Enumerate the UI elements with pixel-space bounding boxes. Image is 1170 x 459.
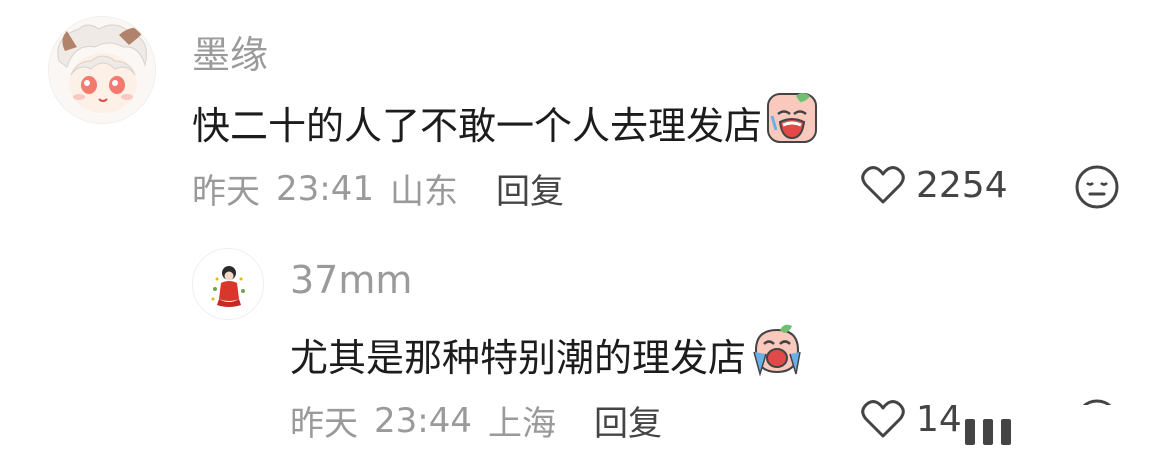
comment-text-body: 快二十的人了不敢一个人去理发店 (192, 104, 763, 148)
comment-time: 23:44 (374, 400, 472, 441)
comment-meta: 昨天 23:41 山东 回复 (192, 164, 564, 213)
comment-meta: 昨天 23:44 上海 回复 (290, 396, 662, 445)
dislike-button[interactable] (1074, 164, 1120, 214)
crying-face-icon (767, 93, 818, 143)
heart-icon (861, 166, 905, 204)
watermark-bar (983, 419, 993, 445)
comment-text: 尤其是那种特别潮的理发店 (290, 324, 804, 385)
avatar[interactable] (192, 248, 264, 320)
like-button[interactable]: 14 (860, 398, 962, 440)
watermark-bar (965, 419, 975, 445)
username[interactable]: 37mm (290, 258, 412, 302)
heart-icon (861, 400, 905, 438)
username[interactable]: 墨缘 (192, 24, 268, 79)
comment-location: 上海 (487, 404, 556, 444)
comment-date: 昨天 (192, 172, 260, 212)
watermark-overlay (965, 405, 1170, 459)
comment-location: 山东 (389, 172, 458, 212)
avatar-anime-character-icon (49, 17, 155, 123)
neutral-face-icon (1075, 165, 1119, 209)
comment-text: 快二十的人了不敢一个人去理发店 (192, 92, 818, 153)
comment-text-body: 尤其是那种特别潮的理发店 (290, 336, 747, 380)
crying-face-emoji (766, 92, 818, 153)
comment-time: 23:41 (276, 168, 374, 209)
like-count: 14 (916, 398, 962, 440)
like-button[interactable]: 2254 (860, 164, 1008, 206)
avatar[interactable] (48, 16, 156, 124)
avatar-figure-icon (193, 249, 263, 319)
sobbing-face-icon (753, 324, 801, 377)
watermark-bar (1001, 419, 1011, 445)
reply-button[interactable]: 回复 (496, 164, 564, 213)
like-count: 2254 (916, 164, 1008, 206)
comment-date: 昨天 (290, 404, 358, 444)
reply-button[interactable]: 回复 (594, 396, 662, 445)
sobbing-face-emoji (750, 324, 804, 385)
